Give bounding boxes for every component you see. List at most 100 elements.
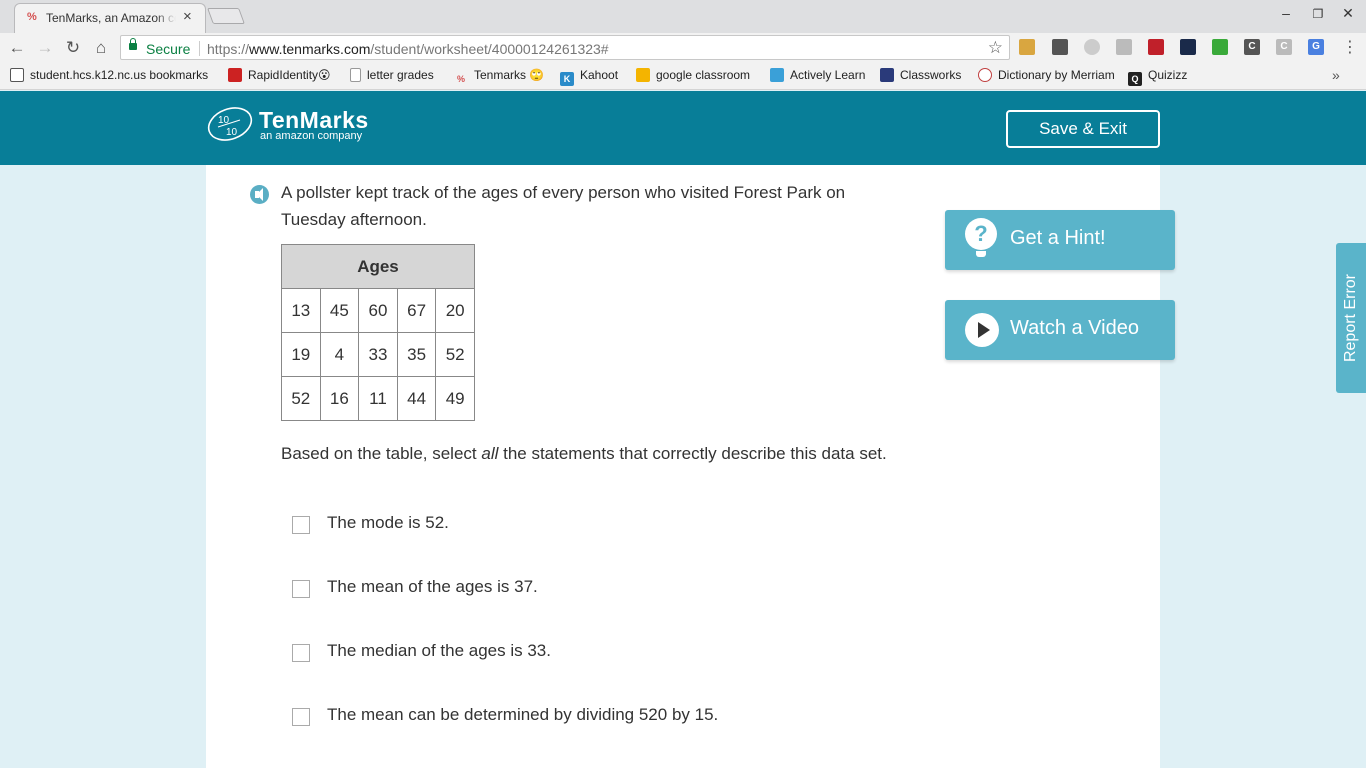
bookmark-item[interactable]: google classroom — [636, 68, 750, 82]
merriam-icon — [978, 68, 992, 82]
home-icon[interactable]: ⌂ — [90, 38, 112, 58]
extension-c-dark-icon[interactable]: C — [1244, 39, 1260, 55]
answer-checkbox[interactable] — [292, 708, 310, 726]
speaker-icon[interactable] — [250, 185, 269, 204]
kahoot-icon: K — [560, 72, 574, 86]
bookmark-label: Tenmarks 🙄 — [474, 68, 545, 82]
new-tab-button[interactable] — [207, 8, 245, 24]
bookmark-item[interactable]: Classworks — [880, 68, 961, 82]
table-cell: 52 — [435, 332, 475, 377]
browser-tabstrip: % TenMarks, an Amazon company × – ❐ ✕ — [0, 0, 1366, 33]
table-row: 13 45 60 67 20 — [281, 288, 475, 333]
answer-label: The median of the ages is 33. — [327, 641, 551, 660]
table-cell: 20 — [435, 288, 475, 333]
table-cell: 13 — [281, 288, 321, 333]
extension-classroom-icon[interactable] — [1212, 39, 1228, 55]
chrome-menu-icon[interactable]: ⋮ — [1342, 37, 1358, 57]
extension-film-icon[interactable] — [1052, 39, 1068, 55]
table-cell: 19 — [281, 332, 321, 377]
page-header: 10 10 TenMarks an amazon company Save & … — [0, 91, 1366, 165]
bookmark-star-icon[interactable]: ☆ — [988, 38, 1003, 58]
watch-video-button[interactable]: Watch a Video — [945, 300, 1175, 360]
table-cell: 4 — [319, 332, 360, 377]
bookmark-item[interactable]: K Kahoot — [560, 68, 618, 86]
rapididentity-icon — [228, 68, 242, 82]
report-error-tab[interactable]: Report Error — [1336, 243, 1366, 393]
reload-icon[interactable]: ↻ — [62, 38, 84, 58]
back-arrow-icon[interactable]: ← — [6, 38, 28, 58]
extension-honey-icon[interactable] — [1019, 39, 1035, 55]
table-cell: 44 — [396, 376, 437, 421]
page-icon — [350, 68, 361, 82]
extension-translate-icon[interactable]: G — [1308, 39, 1324, 55]
svg-text:10: 10 — [226, 127, 238, 138]
lock-icon — [129, 38, 137, 50]
bookmark-label: letter grades — [367, 68, 434, 82]
address-bar[interactable]: Secure https://www.tenmarks.com/student/… — [120, 35, 1010, 60]
classworks-icon — [880, 68, 894, 82]
window-close-icon[interactable]: ✕ — [1338, 5, 1358, 22]
save-exit-button[interactable]: Save & Exit — [1006, 110, 1160, 148]
classroom-icon — [636, 68, 650, 82]
table-cell: 49 — [435, 376, 475, 421]
instruction-text: the statements that correctly describe t… — [498, 444, 887, 463]
forward-arrow-icon[interactable]: → — [34, 38, 56, 58]
browser-tab[interactable]: % TenMarks, an Amazon company × — [14, 3, 206, 33]
url-scheme: https:// — [207, 41, 250, 57]
question-instruction: Based on the table, select all the state… — [281, 440, 901, 467]
report-error-label: Report Error — [1342, 273, 1359, 363]
bookmark-item[interactable]: letter grades — [350, 68, 434, 82]
answer-option[interactable]: The mode is 52. — [292, 513, 892, 535]
answer-checkbox[interactable] — [292, 580, 310, 598]
extension-c-light-icon[interactable]: C — [1276, 39, 1292, 55]
hint-label: Get a Hint! — [1010, 227, 1106, 249]
omnibox-divider — [199, 41, 200, 56]
bookmark-item[interactable]: Q Quizizz — [1128, 68, 1187, 86]
secure-label: Secure — [146, 41, 191, 57]
bookmark-item[interactable]: Actively Learn — [770, 68, 865, 82]
answer-checkbox[interactable] — [292, 644, 310, 662]
tab-title: TenMarks, an Amazon company — [46, 11, 176, 25]
table-row: 52 16 11 44 49 — [281, 376, 475, 421]
instruction-emphasis: all — [481, 444, 499, 463]
bookmark-item[interactable]: % Tenmarks 🙄 — [454, 68, 544, 86]
bookmarks-bar: student.hcs.k12.nc.us bookmarks RapidIde… — [0, 63, 1366, 90]
question-prompt: A pollster kept track of the ages of eve… — [281, 183, 846, 229]
table-cell: 33 — [358, 332, 398, 377]
url-text[interactable]: https://www.tenmarks.com/student/workshe… — [207, 41, 609, 57]
table-cell: 45 — [319, 288, 360, 333]
minimize-icon[interactable]: – — [1276, 5, 1296, 21]
bookmark-item[interactable]: RapidIdentity😮 — [228, 68, 331, 82]
answer-label: The mean can be determined by dividing 5… — [327, 705, 719, 724]
tab-close-icon[interactable]: × — [183, 8, 192, 25]
browser-toolbar: ← → ↻ ⌂ Secure https://www.tenmarks.com/… — [0, 33, 1366, 63]
bookmark-label: Classworks — [900, 68, 962, 82]
url-host: www.tenmarks.com — [249, 41, 371, 57]
quizizz-icon: Q — [1128, 72, 1142, 86]
bookmark-label: google classroom — [656, 68, 751, 82]
bookmark-label: Kahoot — [580, 68, 619, 82]
answer-checkbox[interactable] — [292, 516, 310, 534]
extension-red-icon[interactable] — [1148, 39, 1164, 55]
answer-option[interactable]: The mean can be determined by dividing 5… — [292, 705, 892, 727]
instruction-text: Based on the table, select — [281, 444, 482, 463]
get-hint-button[interactable]: ? Get a Hint! — [945, 210, 1175, 270]
table-cell: 67 — [396, 288, 437, 333]
table-cell: 11 — [358, 376, 398, 421]
table-header: Ages — [281, 244, 475, 289]
play-icon — [965, 313, 999, 347]
extension-dark-icon[interactable] — [1180, 39, 1196, 55]
bookmark-label: RapidIdentity😮 — [248, 68, 331, 82]
extension-clock-icon[interactable] — [1084, 39, 1100, 55]
bookmark-item[interactable]: Dictionary by Merriam — [978, 68, 1114, 82]
answer-option[interactable]: The median of the ages is 33. — [292, 641, 892, 663]
restore-icon[interactable]: ❐ — [1308, 7, 1328, 21]
answer-label: The mean of the ages is 37. — [327, 577, 538, 596]
bookmarks-overflow-icon[interactable]: » — [1332, 67, 1340, 83]
table-cell: 60 — [358, 288, 398, 333]
answer-option[interactable]: The mean of the ages is 37. — [292, 577, 892, 599]
bookmark-item[interactable]: student.hcs.k12.nc.us bookmarks — [10, 68, 208, 82]
folder-icon — [10, 68, 24, 82]
extension-stack-icon[interactable] — [1116, 39, 1132, 55]
lightbulb-hint-icon: ? — [965, 218, 997, 257]
